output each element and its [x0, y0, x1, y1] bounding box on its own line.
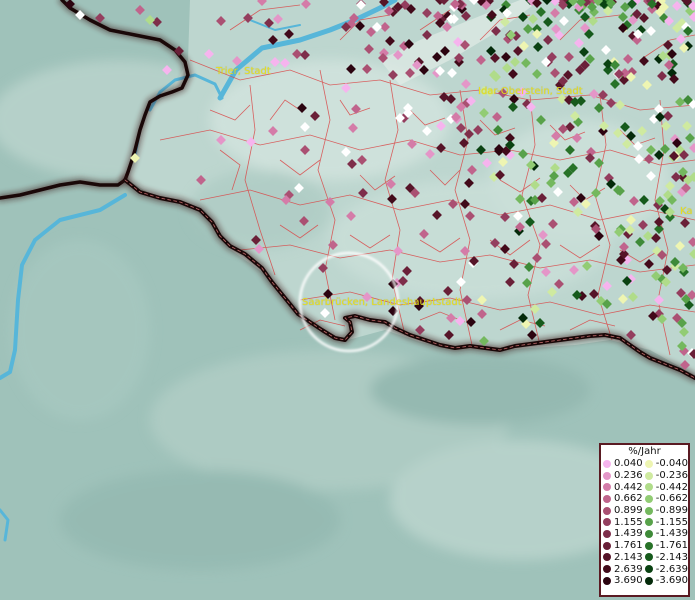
- positive-legend-row: 0.442: [603, 481, 645, 493]
- legend-value: -1.761: [655, 540, 688, 552]
- legend-value: -2.639: [655, 563, 688, 575]
- legend-swatch-icon: [644, 459, 653, 468]
- legend-swatch-icon: [603, 541, 611, 550]
- legend-value: 2.639: [614, 563, 643, 575]
- legend-value: 0.040: [614, 458, 643, 470]
- legend-value: 0.442: [614, 481, 643, 493]
- legend-value: -0.442: [655, 481, 688, 493]
- negative-legend-row: -0.442: [644, 481, 688, 493]
- legend-negative-column: -0.040 -0.236 -0.442 -0.662 -0.899 -1.155 -1.4…: [644, 458, 688, 587]
- legend-swatch-icon: [644, 494, 653, 503]
- legend-value: 0.899: [614, 505, 643, 517]
- legend-swatch-icon: [603, 553, 611, 562]
- negative-legend-row: -2.639: [644, 563, 688, 575]
- legend-swatch-icon: [644, 565, 653, 574]
- place-label-trier[interactable]: Trier, Stadt: [216, 66, 271, 77]
- legend-value: 0.236: [614, 470, 643, 482]
- legend-swatch-icon: [644, 529, 653, 538]
- legend-swatch-icon: [603, 576, 611, 585]
- legend-swatch-icon: [644, 541, 653, 550]
- legend-value: -3.690: [655, 575, 688, 587]
- legend-positive-column: 0.040 0.236 0.442 0.662 0.899 1.155 1.439 1.761…: [603, 458, 645, 587]
- negative-legend-row: -1.155: [644, 516, 688, 528]
- map-view[interactable]: Trier, Stadt Idar-Oberstein, Stadt Saarb…: [0, 0, 695, 600]
- legend-value: -0.662: [655, 493, 688, 505]
- positive-legend-row: 3.690: [603, 575, 645, 587]
- positive-legend-row: 1.155: [603, 516, 645, 528]
- legend-value: -1.155: [655, 516, 688, 528]
- legend-value: 2.143: [614, 551, 643, 563]
- legend-swatch-icon: [644, 483, 653, 492]
- legend-swatch-icon: [644, 576, 653, 585]
- positive-legend-row: 1.761: [603, 540, 645, 552]
- negative-legend-row: -0.236: [644, 470, 688, 482]
- negative-legend-row: -2.143: [644, 551, 688, 564]
- legend-swatch-icon: [603, 483, 611, 492]
- negative-legend-row: -0.662: [644, 493, 688, 505]
- legend-swatch-icon: [603, 494, 611, 503]
- positive-legend-row: 0.662: [603, 493, 645, 505]
- legend-value: 3.690: [614, 575, 643, 587]
- map-legend: %/Jahr 0.040 0.236 0.442 0.662 0.899 1.155 1.4…: [599, 443, 690, 597]
- negative-legend-row: -3.690: [644, 575, 688, 587]
- negative-legend-row: -0.899: [644, 505, 688, 517]
- positive-legend-row: 2.143: [603, 552, 645, 564]
- legend-value: 1.155: [614, 516, 643, 528]
- legend-swatch-icon: [644, 518, 653, 527]
- legend-value: -0.236: [655, 470, 688, 482]
- positive-legend-row: 0.236: [603, 470, 645, 482]
- legend-value: 1.439: [614, 528, 643, 540]
- legend-value: -0.899: [655, 505, 688, 517]
- legend-swatch-icon: [644, 553, 653, 562]
- legend-value: -1.439: [655, 528, 688, 540]
- legend-value: 1.761: [614, 540, 643, 552]
- positive-legend-row: 1.439: [603, 528, 645, 540]
- legend-swatch-icon: [603, 459, 611, 468]
- negative-legend-row: -1.761: [644, 540, 688, 552]
- legend-swatch-icon: [603, 518, 611, 527]
- legend-value: -2.143: [655, 551, 688, 563]
- place-label-idar-oberstein[interactable]: Idar-Oberstein, Stadt: [478, 86, 583, 97]
- positive-legend-row: 2.639: [603, 563, 645, 575]
- legend-swatch-icon: [603, 506, 611, 515]
- place-label-saarbruecken[interactable]: Saarbrücken, Landeshauptstadt: [302, 297, 462, 308]
- place-label-ka[interactable]: Ka: [680, 206, 693, 217]
- legend-swatch-icon: [603, 529, 611, 538]
- legend-swatch-icon: [603, 471, 611, 480]
- legend-swatch-icon: [603, 565, 611, 574]
- legend-value: -0.040: [655, 458, 688, 470]
- legend-swatch-icon: [644, 471, 653, 480]
- positive-legend-row: 0.899: [603, 505, 645, 517]
- positive-legend-row: 0.040: [603, 458, 645, 470]
- negative-legend-row: -0.040: [644, 458, 688, 470]
- legend-value: 0.662: [614, 493, 643, 505]
- legend-swatch-icon: [644, 506, 653, 515]
- negative-legend-row: -1.439: [644, 528, 688, 540]
- legend-title: %/Jahr: [628, 446, 661, 457]
